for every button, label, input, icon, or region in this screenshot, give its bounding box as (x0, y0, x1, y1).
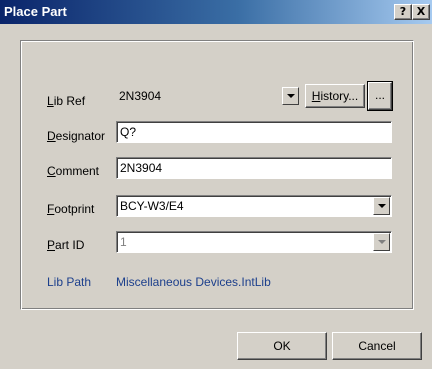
footprint-label: Footprint (47, 202, 95, 216)
ok-button[interactable]: OK (237, 332, 327, 360)
browse-button[interactable]: ... (367, 81, 393, 111)
designator-label: Designator (47, 129, 106, 143)
lib-path-label: Lib Path (47, 275, 92, 289)
chevron-down-icon (378, 204, 386, 208)
comment-input[interactable]: 2N3904 (116, 157, 392, 179)
lib-path-value: Miscellaneous Devices.IntLib (116, 275, 271, 289)
history-button[interactable]: History... (305, 84, 365, 108)
dialog-title: Place Part (4, 4, 67, 19)
part-id-label: Part ID (47, 238, 85, 252)
chevron-down-icon (287, 94, 295, 98)
chevron-down-icon (378, 240, 386, 244)
footprint-select[interactable]: BCY-W3/E4 (116, 195, 392, 217)
lib-ref-combo[interactable]: 2N3904 (116, 85, 301, 107)
close-button[interactable]: X (412, 4, 430, 20)
help-button[interactable]: ? (394, 4, 412, 20)
lib-ref-label: Lib Ref (47, 94, 86, 108)
part-id-value: 1 (120, 235, 127, 249)
lib-ref-dropdown-button[interactable] (282, 87, 299, 105)
footprint-value: BCY-W3/E4 (120, 199, 184, 213)
cancel-button[interactable]: Cancel (332, 332, 422, 360)
lib-ref-value: 2N3904 (119, 89, 162, 103)
part-id-select[interactable]: 1 (116, 231, 392, 253)
designator-input[interactable]: Q? (116, 121, 392, 143)
title-bar: Place Part ? X (0, 0, 432, 24)
part-id-dropdown-button[interactable] (373, 233, 390, 251)
footprint-dropdown-button[interactable] (373, 197, 390, 215)
comment-label: Comment (47, 164, 100, 178)
